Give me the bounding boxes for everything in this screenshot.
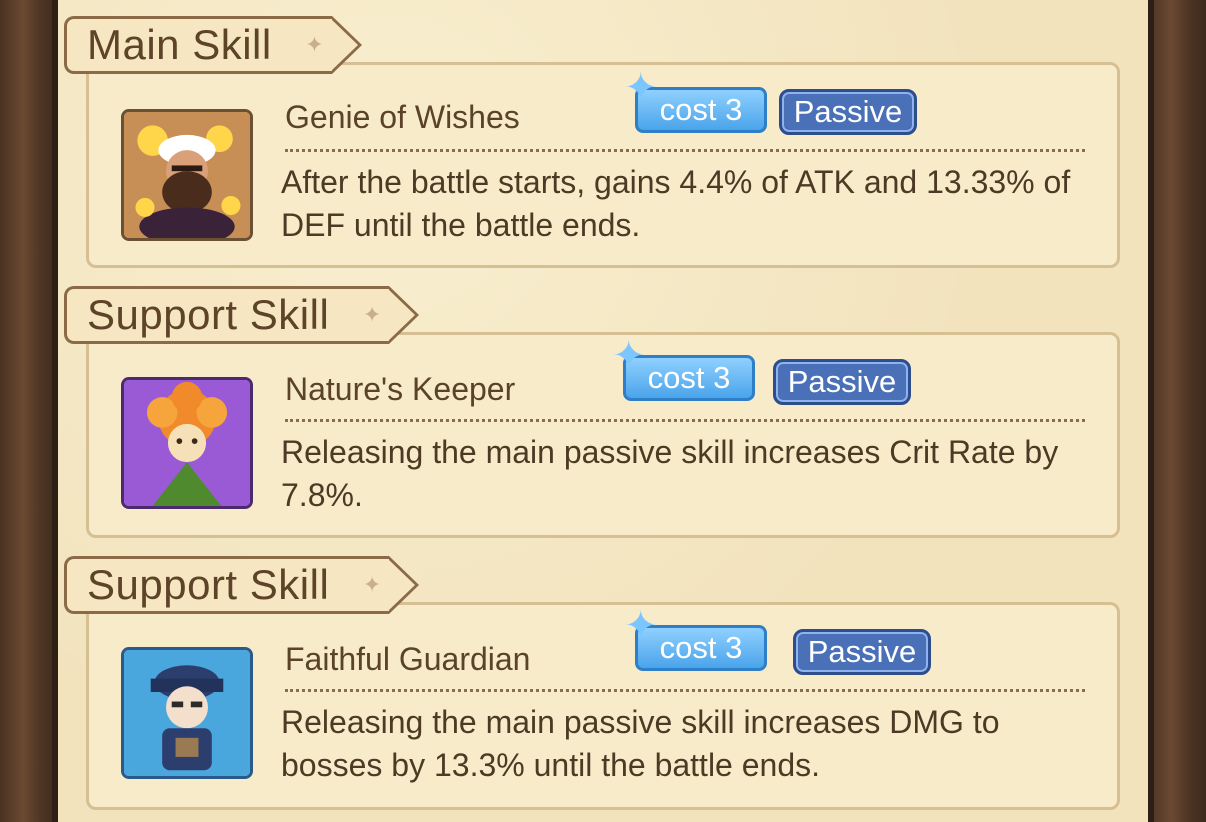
cost-label: cost 3	[659, 92, 743, 127]
dotted-divider	[285, 419, 1085, 422]
section-title: Support Skill	[87, 291, 330, 338]
passive-badge: Passive	[773, 359, 911, 405]
section-header-tab: Main Skill ✦	[64, 16, 362, 74]
skill-description: Releasing the main passive skill increas…	[281, 434, 1059, 513]
flower-keeper-portrait-icon[interactable]	[121, 377, 253, 509]
cost-badge: ✦ cost 3	[624, 68, 767, 133]
section-title: Main Skill	[87, 21, 272, 68]
star-icon: ✦	[362, 303, 382, 328]
star-icon: ✦	[305, 33, 324, 58]
sparkle-icon: ✦	[624, 604, 658, 648]
passive-badge: Passive	[793, 629, 931, 675]
section-header: Main Skill ✦	[64, 14, 362, 76]
section-title: Support Skill	[87, 561, 330, 608]
cost-label: cost 3	[659, 630, 743, 665]
cost-badge: ✦ cost 3	[612, 336, 755, 401]
skill-name: Faithful Guardian	[285, 641, 531, 677]
section-header: Support Skill ✦	[64, 554, 420, 616]
cost-label: cost 3	[647, 360, 731, 395]
skill-description: After the battle starts, gains 4.4% of A…	[281, 164, 1071, 243]
wood-frame-left	[0, 0, 58, 822]
section-header-tab: Support Skill ✦	[64, 556, 420, 614]
wood-frame-right	[1148, 0, 1206, 822]
sparkle-icon: ✦	[624, 66, 658, 110]
dotted-divider	[285, 689, 1085, 692]
cost-badge: ✦ cost 3	[624, 606, 767, 671]
guardian-portrait-icon[interactable]	[121, 647, 253, 779]
section-header: Support Skill ✦	[64, 284, 420, 346]
skill-name: Genie of Wishes	[285, 99, 520, 135]
skill-card: Genie of Wishes ✦ cost 3 Passive After t…	[86, 62, 1120, 268]
dotted-divider	[285, 149, 1085, 152]
skill-description: Releasing the main passive skill increas…	[281, 704, 1000, 783]
section-header-tab: Support Skill ✦	[64, 286, 420, 344]
star-icon: ✦	[362, 573, 382, 598]
skills-panel[interactable]: Genie of Wishes ✦ cost 3 Passive After t…	[58, 0, 1148, 822]
skill-card: Nature's Keeper ✦ cost 3 Passive Releasi…	[86, 332, 1120, 538]
skill-section-support-2: Faithful Guardian ✦ cost 3 Passive Relea…	[58, 554, 1148, 822]
passive-badge: Passive	[779, 89, 917, 135]
skill-section-support-1: Nature's Keeper ✦ cost 3 Passive Releasi…	[58, 284, 1148, 542]
skill-name: Nature's Keeper	[285, 371, 516, 407]
skill-section-main: Genie of Wishes ✦ cost 3 Passive After t…	[58, 14, 1148, 272]
genie-portrait-icon[interactable]	[121, 109, 253, 241]
sparkle-icon: ✦	[612, 334, 646, 378]
skill-card: Faithful Guardian ✦ cost 3 Passive Relea…	[86, 602, 1120, 810]
